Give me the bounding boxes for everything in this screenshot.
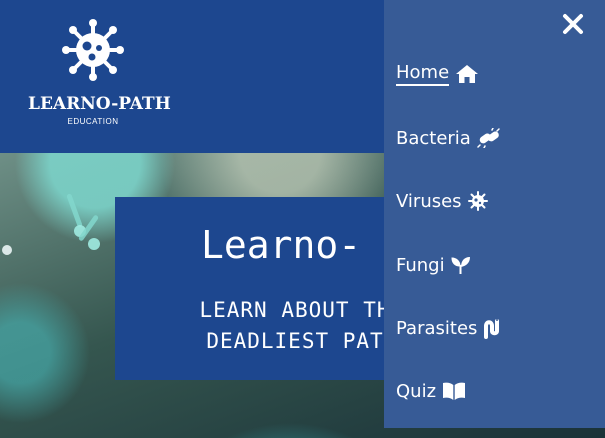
menu-item-parasites[interactable]: Parasites xyxy=(396,315,503,341)
menu-item-label: Fungi xyxy=(396,254,445,276)
logo-name: LEARNO-PATH xyxy=(28,94,171,114)
menu-item-fungi[interactable]: Fungi xyxy=(396,252,471,278)
menu-item-label: Bacteria xyxy=(396,127,471,149)
menu-item-label: Parasites xyxy=(396,317,478,339)
seedling-icon xyxy=(451,257,470,274)
worm-icon xyxy=(484,319,500,339)
logo[interactable]: LEARNO-PATH EDUCATION xyxy=(28,18,171,130)
hero-subtitle: LEARN ABOUT TH DEADLIEST PAT xyxy=(199,298,391,353)
virus-spike-tip xyxy=(88,238,100,250)
virus-spike-tip xyxy=(2,245,12,255)
menu-item-label: Viruses xyxy=(396,190,462,212)
book-icon xyxy=(443,382,466,400)
virus-spike xyxy=(66,193,83,228)
menu-item-bacteria[interactable]: Bacteria xyxy=(396,125,501,151)
menu-item-label: Home xyxy=(396,62,450,86)
home-icon xyxy=(456,65,479,83)
menu-item-label: Quiz xyxy=(396,380,437,402)
hero-title: Learno- xyxy=(201,223,362,267)
virus-icon xyxy=(467,191,488,211)
menu-item-quiz[interactable]: Quiz xyxy=(396,378,466,404)
virus-icon xyxy=(62,19,124,81)
bacteria-icon xyxy=(477,128,500,148)
menu-item-viruses[interactable]: Viruses xyxy=(396,188,488,214)
hero-text-box: Learno- LEARN ABOUT TH DEADLIEST PAT xyxy=(115,197,405,380)
menu-item-home[interactable]: Home xyxy=(396,61,479,87)
close-icon[interactable] xyxy=(559,10,587,38)
logo-tagline: EDUCATION xyxy=(67,117,119,126)
